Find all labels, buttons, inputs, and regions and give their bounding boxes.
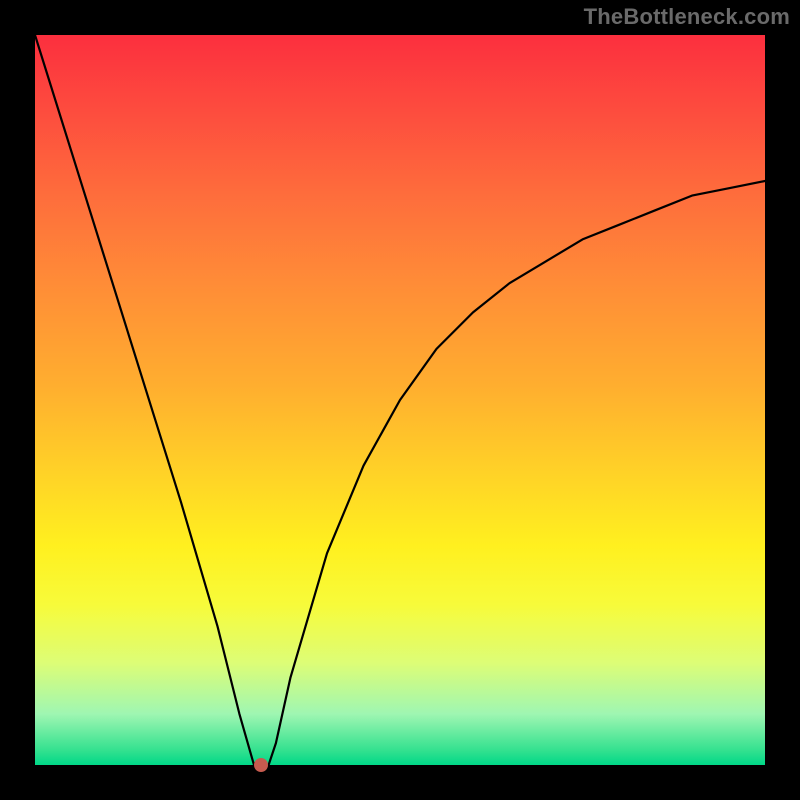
curve-svg [35, 35, 765, 765]
plot-area [35, 35, 765, 765]
optimal-point-marker [254, 758, 268, 772]
bottleneck-curve [35, 35, 765, 765]
watermark-text: TheBottleneck.com [584, 4, 790, 30]
chart-frame: TheBottleneck.com [0, 0, 800, 800]
